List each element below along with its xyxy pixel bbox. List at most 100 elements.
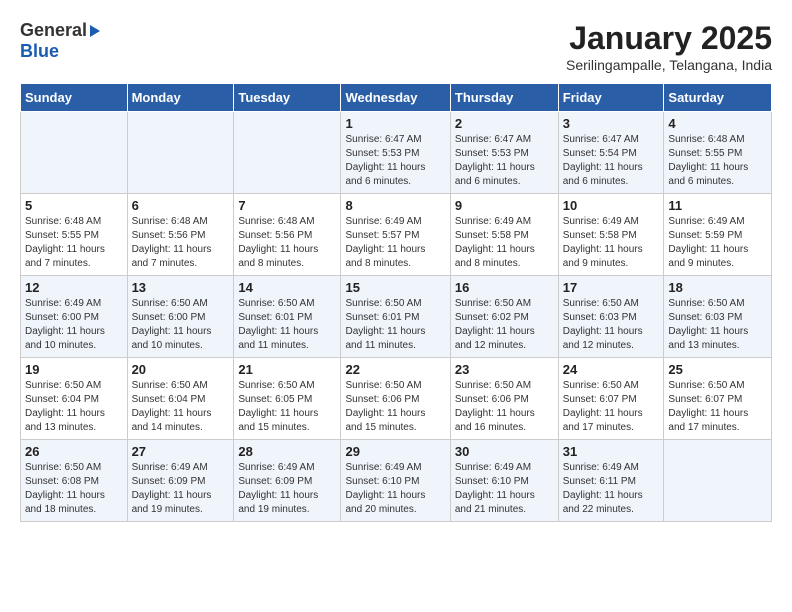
title-area: January 2025 Serilingampalle, Telangana,… xyxy=(566,20,772,73)
header-saturday: Saturday xyxy=(664,84,772,112)
day-info: Sunrise: 6:49 AM Sunset: 6:11 PM Dayligh… xyxy=(563,461,660,517)
calendar-cell: 6 Sunrise: 6:48 AM Sunset: 5:56 PM Daylig… xyxy=(127,194,234,276)
day-info: Sunrise: 6:47 AM Sunset: 5:54 PM Dayligh… xyxy=(563,133,660,189)
header-tuesday: Tuesday xyxy=(234,84,341,112)
day-number: 12 xyxy=(25,280,123,295)
calendar-table: Sunday Monday Tuesday Wednesday Thursday… xyxy=(20,83,772,522)
calendar-cell: 1 Sunrise: 6:47 AM Sunset: 5:53 PM Daylig… xyxy=(341,112,450,194)
day-number: 21 xyxy=(238,362,336,377)
day-number: 19 xyxy=(25,362,123,377)
day-number: 28 xyxy=(238,444,336,459)
day-info: Sunrise: 6:50 AM Sunset: 6:08 PM Dayligh… xyxy=(25,461,123,517)
calendar-cell: 23Sunrise: 6:50 AM Sunset: 6:06 PM Dayli… xyxy=(450,358,558,440)
calendar-week-row: 12 Sunrise: 6:49 AM Sunset: 6:00 PM Dayli… xyxy=(21,276,772,358)
day-number: 29 xyxy=(345,444,445,459)
calendar-cell xyxy=(21,112,128,194)
day-info: Sunrise: 6:49 AM Sunset: 6:10 PM Dayligh… xyxy=(345,461,445,517)
calendar-cell: 25Sunrise: 6:50 AM Sunset: 6:07 PM Dayli… xyxy=(664,358,772,440)
calendar-cell: 10Sunrise: 6:49 AM Sunset: 5:58 PM Dayli… xyxy=(558,194,664,276)
day-number: 11 xyxy=(668,198,767,213)
calendar-cell: 19 Sunrise: 6:50 AM Sunset: 6:04 PM Dayli… xyxy=(21,358,128,440)
calendar-week-row: 5 Sunrise: 6:48 AM Sunset: 5:55 PM Daylig… xyxy=(21,194,772,276)
day-number: 2 xyxy=(455,116,554,131)
day-info: Sunrise: 6:50 AM Sunset: 6:04 PM Dayligh… xyxy=(132,379,230,435)
day-number: 7 xyxy=(238,198,336,213)
logo-general: General xyxy=(20,20,87,41)
day-number: 4 xyxy=(668,116,767,131)
day-number: 8 xyxy=(345,198,445,213)
day-number: 27 xyxy=(132,444,230,459)
day-info: Sunrise: 6:50 AM Sunset: 6:01 PM Dayligh… xyxy=(238,297,336,353)
day-info: Sunrise: 6:49 AM Sunset: 5:58 PM Dayligh… xyxy=(455,215,554,271)
day-info: Sunrise: 6:47 AM Sunset: 5:53 PM Dayligh… xyxy=(345,133,445,189)
calendar-cell: 13Sunrise: 6:50 AM Sunset: 6:00 PM Dayli… xyxy=(127,276,234,358)
calendar-week-row: 1 Sunrise: 6:47 AM Sunset: 5:53 PM Daylig… xyxy=(21,112,772,194)
calendar-cell: 14 Sunrise: 6:50 AM Sunset: 6:01 PM Dayli… xyxy=(234,276,341,358)
calendar-cell: 15Sunrise: 6:50 AM Sunset: 6:01 PM Dayli… xyxy=(341,276,450,358)
day-info: Sunrise: 6:50 AM Sunset: 6:03 PM Dayligh… xyxy=(563,297,660,353)
header-wednesday: Wednesday xyxy=(341,84,450,112)
calendar-cell: 16 Sunrise: 6:50 AM Sunset: 6:02 PM Dayli… xyxy=(450,276,558,358)
calendar-cell: 26 Sunrise: 6:50 AM Sunset: 6:08 PM Dayli… xyxy=(21,440,128,522)
calendar-cell: 31Sunrise: 6:49 AM Sunset: 6:11 PM Dayli… xyxy=(558,440,664,522)
day-number: 20 xyxy=(132,362,230,377)
day-info: Sunrise: 6:50 AM Sunset: 6:06 PM Dayligh… xyxy=(345,379,445,435)
day-info: Sunrise: 6:48 AM Sunset: 5:55 PM Dayligh… xyxy=(25,215,123,271)
calendar-cell: 4 Sunrise: 6:48 AM Sunset: 5:55 PM Daylig… xyxy=(664,112,772,194)
calendar-cell: 24 Sunrise: 6:50 AM Sunset: 6:07 PM Dayli… xyxy=(558,358,664,440)
day-number: 5 xyxy=(25,198,123,213)
header-sunday: Sunday xyxy=(21,84,128,112)
calendar-cell: 22 Sunrise: 6:50 AM Sunset: 6:06 PM Dayli… xyxy=(341,358,450,440)
day-number: 16 xyxy=(455,280,554,295)
day-info: Sunrise: 6:50 AM Sunset: 6:04 PM Dayligh… xyxy=(25,379,123,435)
calendar-week-row: 26 Sunrise: 6:50 AM Sunset: 6:08 PM Dayli… xyxy=(21,440,772,522)
day-info: Sunrise: 6:49 AM Sunset: 5:57 PM Dayligh… xyxy=(345,215,445,271)
logo-arrow-icon xyxy=(90,25,100,37)
day-info: Sunrise: 6:48 AM Sunset: 5:56 PM Dayligh… xyxy=(132,215,230,271)
day-info: Sunrise: 6:47 AM Sunset: 5:53 PM Dayligh… xyxy=(455,133,554,189)
day-number: 26 xyxy=(25,444,123,459)
day-number: 9 xyxy=(455,198,554,213)
location-subtitle: Serilingampalle, Telangana, India xyxy=(566,57,772,73)
calendar-cell: 12 Sunrise: 6:49 AM Sunset: 6:00 PM Dayli… xyxy=(21,276,128,358)
day-info: Sunrise: 6:50 AM Sunset: 6:02 PM Dayligh… xyxy=(455,297,554,353)
calendar-cell: 8 Sunrise: 6:49 AM Sunset: 5:57 PM Daylig… xyxy=(341,194,450,276)
header-thursday: Thursday xyxy=(450,84,558,112)
day-info: Sunrise: 6:50 AM Sunset: 6:03 PM Dayligh… xyxy=(668,297,767,353)
day-info: Sunrise: 6:49 AM Sunset: 6:09 PM Dayligh… xyxy=(238,461,336,517)
day-number: 1 xyxy=(345,116,445,131)
calendar-cell: 5 Sunrise: 6:48 AM Sunset: 5:55 PM Daylig… xyxy=(21,194,128,276)
page-header: General Blue January 2025 Serilingampall… xyxy=(20,20,772,73)
day-number: 6 xyxy=(132,198,230,213)
header-monday: Monday xyxy=(127,84,234,112)
calendar-header-row: Sunday Monday Tuesday Wednesday Thursday… xyxy=(21,84,772,112)
day-info: Sunrise: 6:50 AM Sunset: 6:05 PM Dayligh… xyxy=(238,379,336,435)
day-number: 3 xyxy=(563,116,660,131)
calendar-cell: 17 Sunrise: 6:50 AM Sunset: 6:03 PM Dayli… xyxy=(558,276,664,358)
calendar-cell xyxy=(234,112,341,194)
calendar-cell: 18 Sunrise: 6:50 AM Sunset: 6:03 PM Dayli… xyxy=(664,276,772,358)
day-info: Sunrise: 6:49 AM Sunset: 6:10 PM Dayligh… xyxy=(455,461,554,517)
day-info: Sunrise: 6:48 AM Sunset: 5:55 PM Dayligh… xyxy=(668,133,767,189)
logo-blue: Blue xyxy=(20,41,59,61)
day-info: Sunrise: 6:49 AM Sunset: 6:00 PM Dayligh… xyxy=(25,297,123,353)
day-info: Sunrise: 6:50 AM Sunset: 6:07 PM Dayligh… xyxy=(668,379,767,435)
day-number: 24 xyxy=(563,362,660,377)
calendar-cell: 20 Sunrise: 6:50 AM Sunset: 6:04 PM Dayli… xyxy=(127,358,234,440)
day-number: 17 xyxy=(563,280,660,295)
day-number: 22 xyxy=(345,362,445,377)
calendar-cell: 7 Sunrise: 6:48 AM Sunset: 5:56 PM Daylig… xyxy=(234,194,341,276)
day-number: 14 xyxy=(238,280,336,295)
day-number: 15 xyxy=(345,280,445,295)
day-info: Sunrise: 6:50 AM Sunset: 6:07 PM Dayligh… xyxy=(563,379,660,435)
logo: General Blue xyxy=(20,20,100,62)
calendar-cell: 27Sunrise: 6:49 AM Sunset: 6:09 PM Dayli… xyxy=(127,440,234,522)
day-number: 23 xyxy=(455,362,554,377)
day-number: 30 xyxy=(455,444,554,459)
day-number: 13 xyxy=(132,280,230,295)
calendar-week-row: 19 Sunrise: 6:50 AM Sunset: 6:04 PM Dayli… xyxy=(21,358,772,440)
day-number: 18 xyxy=(668,280,767,295)
header-friday: Friday xyxy=(558,84,664,112)
day-info: Sunrise: 6:49 AM Sunset: 5:59 PM Dayligh… xyxy=(668,215,767,271)
day-info: Sunrise: 6:48 AM Sunset: 5:56 PM Dayligh… xyxy=(238,215,336,271)
